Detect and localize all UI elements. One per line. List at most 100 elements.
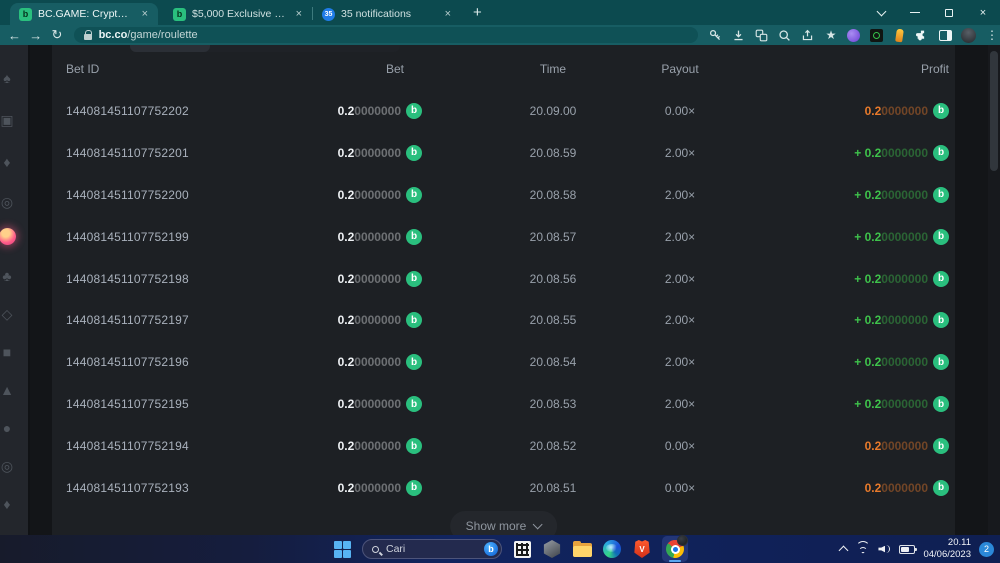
tab-title: $5,000 Exclusive Roulette Prestig <box>192 8 288 20</box>
forward-icon[interactable]: → <box>25 28 46 43</box>
tab-title: 35 notifications <box>341 8 437 20</box>
table-row: 144081451107752194 0.20000000 b 20.08.52… <box>52 425 955 467</box>
page-content: ♠ ▣ ♦ ◎ ♣ ◇ ■ ▲ ● ◎ ♦ Bet ID Bet Time Payout Profi… <box>0 45 1000 535</box>
minimize-button[interactable] <box>898 0 932 25</box>
share-icon[interactable] <box>800 27 816 43</box>
tray-chevron-icon[interactable] <box>839 546 849 556</box>
tab-close-icon[interactable]: × <box>140 8 150 21</box>
sidebar-icon-11[interactable]: ◎ <box>0 455 18 477</box>
zoom-icon[interactable] <box>777 27 793 43</box>
chrome-browser-icon[interactable] <box>662 536 688 562</box>
bcd-coin-icon: b <box>406 312 422 328</box>
sidebar-icon-2[interactable]: ▣ <box>0 109 18 131</box>
translate-icon[interactable] <box>754 27 770 43</box>
bet-payout: 2.00× <box>580 383 780 425</box>
extension-purple-icon[interactable] <box>846 27 862 43</box>
bet-profit: 0.20000000 b <box>865 90 949 132</box>
bcd-coin-icon: b <box>933 438 949 454</box>
page-scrollbar[interactable] <box>988 45 1000 535</box>
bcd-coin-icon: b <box>933 187 949 203</box>
bcd-coin-icon: b <box>933 229 949 245</box>
reload-icon[interactable]: ↻ <box>46 27 67 43</box>
bet-amount: 0.20000000 b <box>52 299 422 341</box>
password-key-icon[interactable] <box>708 27 724 43</box>
bet-profit: + 0.20000000 b <box>854 258 949 300</box>
side-panel-icon[interactable] <box>938 27 954 43</box>
sidebar-icon-9[interactable]: ▲ <box>0 379 18 401</box>
notification-badge[interactable]: 2 <box>979 542 994 557</box>
screen: b BC.GAME: Crypto Casino Games × b $5,00… <box>0 0 1000 563</box>
sidebar-icon-7[interactable]: ◇ <box>0 303 18 325</box>
install-download-icon[interactable] <box>731 27 747 43</box>
extensions-puzzle-icon[interactable] <box>915 27 931 43</box>
extension-dark-icon[interactable] <box>869 27 885 43</box>
sidebar-icon-1[interactable]: ♠ <box>0 67 18 89</box>
restore-button[interactable] <box>932 0 966 25</box>
sidebar-icon-10[interactable]: ● <box>0 417 18 439</box>
sidebar-icon-4[interactable]: ◎ <box>0 191 18 213</box>
bet-payout: 2.00× <box>580 341 780 383</box>
speaker-icon[interactable] <box>878 544 891 555</box>
sidebar: ♠ ▣ ♦ ◎ ♣ ◇ ■ ▲ ● ◎ ♦ <box>0 45 30 535</box>
clock[interactable]: 20.11 04/06/2023 <box>923 537 971 561</box>
tab-roulette-promo[interactable]: b $5,000 Exclusive Roulette Prestig × <box>164 3 312 25</box>
bcd-coin-icon: b <box>406 438 422 454</box>
bcd-coin-icon: b <box>406 145 422 161</box>
url-text: bc.co/game/roulette <box>99 29 198 41</box>
back-icon[interactable]: ← <box>4 28 25 43</box>
bcgame-favicon-icon: b <box>19 8 32 21</box>
toolbar-actions: ★ ⋮ <box>708 27 1000 43</box>
table-row: 144081451107752195 0.20000000 b 20.08.53… <box>52 383 955 425</box>
taskbar-search[interactable]: Cari b <box>362 539 502 559</box>
sidebar-icon-6[interactable]: ♣ <box>0 265 18 287</box>
bcd-coin-icon: b <box>933 312 949 328</box>
tab-notifications[interactable]: 35 35 notifications × <box>313 3 461 25</box>
header-payout: Payout <box>580 59 780 79</box>
bcd-coin-icon: b <box>933 103 949 119</box>
profile-avatar[interactable] <box>961 27 977 43</box>
start-button[interactable] <box>332 539 352 559</box>
bet-payout: 0.00× <box>580 90 780 132</box>
edge-browser-icon[interactable] <box>602 539 622 559</box>
sidebar-icon-3[interactable]: ♦ <box>0 151 18 173</box>
bcgame-favicon-icon: b <box>173 8 186 21</box>
tab-bcgame[interactable]: b BC.GAME: Crypto Casino Games × <box>10 3 158 25</box>
grid-app-icon[interactable] <box>512 539 532 559</box>
extension-torch-icon[interactable] <box>892 27 908 43</box>
file-explorer-icon[interactable] <box>572 539 592 559</box>
lock-icon <box>84 34 92 40</box>
menu-dots-icon[interactable]: ⋮ <box>984 27 1000 43</box>
table-row: 144081451107752198 0.20000000 b 20.08.56… <box>52 258 955 300</box>
bcd-coin-icon: b <box>406 229 422 245</box>
bcd-coin-icon: b <box>406 103 422 119</box>
sidebar-icon-roulette-active[interactable] <box>0 225 18 247</box>
bet-amount: 0.20000000 b <box>52 174 422 216</box>
new-tab-button[interactable]: + <box>473 4 482 21</box>
bet-amount: 0.20000000 b <box>52 258 422 300</box>
bet-history-panel: Bet ID Bet Time Payout Profit 1440814511… <box>52 45 955 535</box>
bcd-coin-icon: b <box>933 271 949 287</box>
sidebar-icon-8[interactable]: ■ <box>0 341 18 363</box>
bet-profit: 0.20000000 b <box>865 467 949 509</box>
bcd-coin-icon: b <box>406 354 422 370</box>
show-more-label: Show more <box>466 519 527 533</box>
bet-amount: 0.20000000 b <box>52 90 422 132</box>
notifications-favicon-icon: 35 <box>322 8 335 21</box>
wifi-icon[interactable] <box>855 544 870 555</box>
tab-close-icon[interactable]: × <box>443 8 453 21</box>
sidebar-icon-12[interactable]: ♦ <box>0 493 18 515</box>
close-button[interactable]: × <box>966 0 1000 25</box>
table-row: 144081451107752202 0.20000000 b 20.09.00… <box>52 90 955 132</box>
scrollbar-thumb[interactable] <box>990 51 998 171</box>
polyhedron-app-icon[interactable] <box>542 539 562 559</box>
tab-close-icon[interactable]: × <box>294 8 304 21</box>
tray-time: 20.11 <box>923 537 971 549</box>
bet-profit: + 0.20000000 b <box>854 132 949 174</box>
brave-browser-icon[interactable]: V <box>632 539 652 559</box>
tab-search-icon[interactable] <box>864 0 898 25</box>
bookmark-star-icon[interactable]: ★ <box>823 27 839 43</box>
bet-payout: 2.00× <box>580 258 780 300</box>
scrolled-tab-remnant <box>130 45 400 52</box>
address-bar[interactable]: bc.co/game/roulette <box>74 27 698 43</box>
battery-icon[interactable] <box>899 545 915 554</box>
